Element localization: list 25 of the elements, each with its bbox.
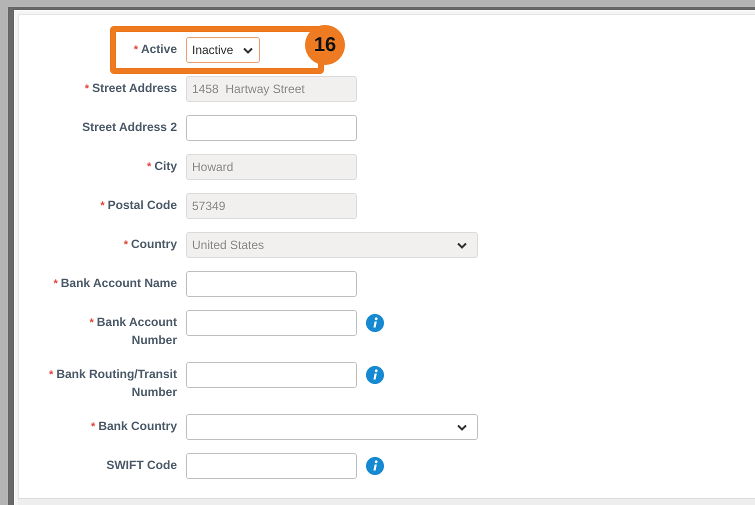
text-field[interactable] (186, 271, 357, 297)
step-badge: 16 (305, 25, 345, 65)
info-icon[interactable] (366, 314, 384, 332)
field-label: * Bank Routing/Transit Number (48, 366, 177, 401)
field-label: * Street Address (84, 80, 177, 97)
field-label: Street Address 2 (81, 119, 177, 136)
field-label: * Postal Code (99, 197, 177, 214)
dropdown[interactable] (186, 414, 478, 440)
chevron-down-icon (457, 424, 467, 430)
info-icon[interactable] (366, 457, 384, 475)
text-field[interactable] (186, 362, 357, 388)
dropdown[interactable]: Inactive (186, 37, 260, 63)
field-label: * Active (132, 41, 177, 58)
chevron-down-icon (457, 242, 467, 248)
field-label: * Country (122, 236, 177, 253)
field-label: * City (146, 158, 177, 175)
field-label: * Bank Account Name (52, 275, 177, 292)
info-icon[interactable] (366, 366, 384, 384)
field-label: SWIFT Code (105, 457, 177, 474)
field-label: * Bank Country (90, 418, 177, 435)
text-field[interactable] (186, 310, 357, 336)
text-field[interactable] (186, 453, 357, 479)
field-label: * Bank Account Number (88, 314, 177, 349)
text-field[interactable] (186, 115, 357, 141)
chevron-down-icon (243, 46, 253, 54)
